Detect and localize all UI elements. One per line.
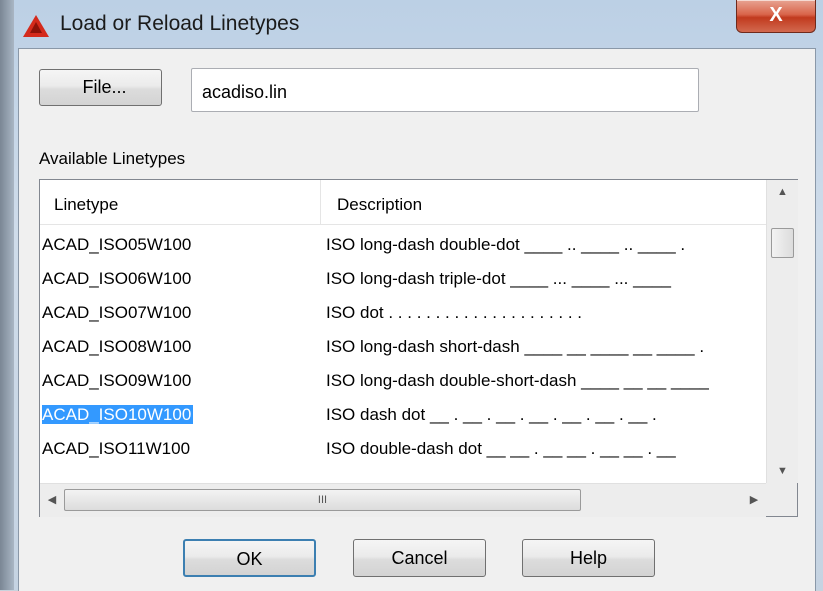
linetype-description: ISO long-dash double-dot ____ .. ____ ..…: [326, 235, 686, 254]
close-button[interactable]: X: [736, 0, 816, 33]
title-bar[interactable]: Load or Reload Linetypes X: [0, 0, 823, 50]
linetype-name: ACAD_ISO06W100: [42, 269, 192, 288]
scroll-up-icon[interactable]: ▲: [767, 180, 798, 204]
list-item[interactable]: ACAD_ISO05W100 ISO long-dash double-dot …: [40, 228, 766, 262]
scroll-right-icon[interactable]: ▶: [742, 484, 766, 517]
available-linetypes-label: Available Linetypes: [39, 149, 186, 168]
vertical-scrollbar[interactable]: ▲ ▼: [766, 180, 798, 483]
linetype-description: ISO dash dot __ . __ . __ . __ . __ . __…: [326, 405, 657, 424]
window-title: Load or Reload Linetypes: [60, 12, 300, 35]
scrollbar-corner: [766, 483, 797, 516]
linetype-description: ISO long-dash triple-dot ____ ... ____ .…: [326, 269, 671, 288]
scroll-left-icon[interactable]: ◀: [40, 484, 64, 517]
column-header-linetype[interactable]: Linetype: [40, 180, 321, 224]
linetype-list[interactable]: Linetype Description ACAD_ISO05W100 ISO …: [39, 179, 798, 517]
file-button[interactable]: File...: [39, 69, 162, 106]
dialog-body: File... acadiso.lin Available Linetypes …: [18, 48, 816, 591]
list-item[interactable]: ACAD_ISO11W100 ISO double-dash dot __ __…: [40, 432, 766, 466]
list-item[interactable]: ACAD_ISO06W100 ISO long-dash triple-dot …: [40, 262, 766, 296]
list-header: Linetype Description: [40, 180, 766, 225]
linetype-name: ACAD_ISO11W100: [42, 439, 191, 458]
list-item-selected[interactable]: ACAD_ISO10W100 ISO dash dot __ . __ . __…: [40, 398, 766, 432]
linetype-description: ISO dot . . . . . . . . . . . . . . . . …: [326, 303, 583, 322]
linetype-name: ACAD_ISO08W100: [42, 337, 192, 356]
grip-icon: III: [317, 494, 328, 506]
close-icon: X: [769, 4, 783, 26]
autocad-logo-icon: [23, 15, 49, 37]
linetype-name: ACAD_ISO09W100: [42, 371, 192, 390]
help-button[interactable]: Help: [522, 539, 655, 577]
horizontal-scroll-thumb[interactable]: III: [64, 489, 581, 511]
dialog-window: Load or Reload Linetypes X File... acadi…: [0, 0, 823, 591]
vertical-scroll-thumb[interactable]: [771, 228, 794, 258]
horizontal-scrollbar[interactable]: ◀ III ▶: [40, 483, 766, 517]
linetype-name: ACAD_ISO07W100: [42, 303, 192, 322]
list-item[interactable]: ACAD_ISO07W100 ISO dot . . . . . . . . .…: [40, 296, 766, 330]
filename-field[interactable]: acadiso.lin: [191, 68, 699, 112]
linetype-name: ACAD_ISO05W100: [42, 235, 192, 254]
scroll-down-icon[interactable]: ▼: [767, 459, 798, 483]
ok-button[interactable]: OK: [183, 539, 316, 577]
list-item[interactable]: ACAD_ISO09W100 ISO long-dash double-shor…: [40, 364, 766, 398]
cancel-button[interactable]: Cancel: [353, 539, 486, 577]
linetype-description: ISO long-dash double-short-dash ____ __ …: [326, 371, 709, 390]
column-header-description[interactable]: Description: [323, 180, 767, 224]
list-item[interactable]: ACAD_ISO08W100 ISO long-dash short-dash …: [40, 330, 766, 364]
linetype-description: ISO double-dash dot __ __ . __ __ . __ _…: [326, 439, 676, 458]
selection-highlight: ACAD_ISO10W100: [42, 405, 194, 424]
linetype-description: ISO long-dash short-dash ____ __ ____ __…: [326, 337, 705, 356]
linetype-name: ACAD_ISO10W100: [42, 398, 318, 432]
